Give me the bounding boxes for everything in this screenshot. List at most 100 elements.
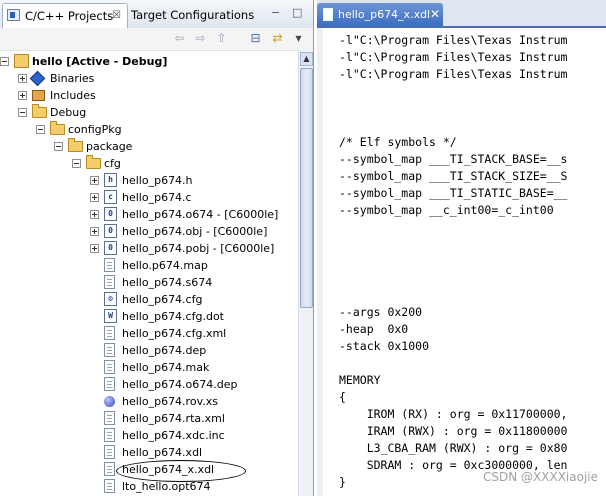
tree-item[interactable]: 0 hello_p674.pobj - [C6000le]: [0, 240, 298, 257]
editor-text-area[interactable]: -l"C:\Program Files\Texas Instrum -l"C:\P…: [339, 28, 606, 496]
code-line: --args 0x200: [339, 305, 423, 319]
expand-icon[interactable]: [90, 176, 99, 185]
tree-item[interactable]: hello.p674.map: [0, 257, 298, 274]
c-file-icon: c: [104, 190, 117, 204]
tree-item-label: configPkg: [68, 123, 122, 136]
up-icon[interactable]: ⇧: [214, 31, 229, 45]
expand-icon[interactable]: [90, 244, 99, 253]
collapse-icon[interactable]: [18, 108, 27, 117]
code-line: -heap 0x0: [339, 322, 409, 336]
tree-item-label: hello_p674.s674: [122, 276, 213, 289]
tab-cpp-projects[interactable]: C/C++ Projects ☒: [2, 3, 128, 29]
link-with-editor-icon[interactable]: ⇄: [270, 31, 285, 45]
tab-target-configurations[interactable]: Target Configurations: [131, 4, 254, 26]
file-icon: [104, 258, 115, 272]
tree-item-label: hello.p674.map: [122, 259, 208, 272]
tree-item[interactable]: Whello_p674.cfg.dot: [0, 308, 298, 325]
tree-item[interactable]: Debug: [0, 104, 298, 121]
back-icon[interactable]: ⇦: [172, 31, 187, 45]
editor-panel: hello_p674_x.xdl ✕ -l"C:\Program Files\T…: [317, 0, 606, 496]
tree-item[interactable]: hello_p674.xdc.inc: [0, 427, 298, 444]
tree-item-label: hello_p674.rov.xs: [122, 395, 218, 408]
close-icon[interactable]: ☒: [112, 5, 121, 27]
tree-item[interactable]: hello_p674.mak: [0, 359, 298, 376]
collapse-icon[interactable]: [0, 57, 9, 66]
scroll-up-icon[interactable]: ▲: [300, 52, 313, 66]
tree-item[interactable]: hello_p674.xdl: [0, 444, 298, 461]
file-icon: [104, 343, 115, 357]
tree-item-label: Debug: [50, 106, 87, 119]
binaries-icon: [29, 70, 46, 87]
file-icon: [104, 377, 115, 391]
tree-item[interactable]: package: [0, 138, 298, 155]
tree-item-label: hello [Active - Debug]: [32, 55, 168, 68]
code-line: /* Elf symbols */: [339, 135, 457, 149]
folder-icon: [32, 104, 47, 118]
tree-item[interactable]: hello_p674.cfg.xml: [0, 325, 298, 342]
code-line: -l"C:\Program Files\Texas Instrum: [339, 50, 568, 64]
tree-item-label: cfg: [104, 157, 121, 170]
folder-icon: [86, 155, 101, 169]
cpp-projects-icon: [7, 9, 20, 21]
expand-icon[interactable]: [18, 74, 27, 83]
file-icon: [104, 479, 115, 493]
tree-item-label: hello_p674.c: [122, 191, 192, 204]
expand-icon[interactable]: [90, 227, 99, 236]
tree-item-label: hello_p674.xdc.inc: [122, 429, 225, 442]
code-line: L3_CBA_RAM (RWX) : org = 0x80: [339, 441, 568, 455]
tree-item-label: hello_p674.pobj - [C6000le]: [122, 242, 275, 255]
maximize-button[interactable]: □: [292, 6, 302, 19]
expand-icon[interactable]: [18, 91, 27, 100]
collapse-icon[interactable]: [72, 159, 81, 168]
tree-item[interactable]: Binaries: [0, 70, 298, 87]
forward-icon[interactable]: ⇨: [193, 31, 208, 45]
code-line: -stack 0x1000: [339, 339, 430, 353]
object-file-icon: 0: [104, 207, 117, 221]
watermark: CSDN @XXXXiaojie: [483, 470, 598, 484]
tree-item[interactable]: h hello_p674.h: [0, 172, 298, 189]
tab-label: C/C++ Projects: [25, 9, 114, 23]
tree-item[interactable]: hello_p674.s674: [0, 274, 298, 291]
tree-item[interactable]: hello_p674.dep: [0, 342, 298, 359]
close-icon[interactable]: ✕: [430, 3, 440, 26]
tree-item-label: hello_p674.cfg.dot: [122, 310, 224, 323]
project-tree: hello [Active - Debug] Binaries Includes De…: [0, 50, 298, 496]
tree-item[interactable]: hello [Active - Debug]: [0, 53, 298, 70]
tree-scrollbar[interactable]: ▲: [298, 50, 313, 496]
collapse-icon[interactable]: [36, 125, 45, 134]
tree-item[interactable]: 0 hello_p674.o674 - [C6000le]: [0, 206, 298, 223]
tree-item[interactable]: c hello_p674.c: [0, 189, 298, 206]
file-icon: [104, 462, 115, 476]
tree-item-label: hello_p674.o674.dep: [122, 378, 238, 391]
view-menu-icon[interactable]: ▾: [291, 31, 306, 45]
tree-item[interactable]: Includes: [0, 87, 298, 104]
object-file-icon: 0: [104, 224, 117, 238]
minimize-button[interactable]: −: [271, 6, 280, 19]
panel-tab-bar: C/C++ Projects ☒ Target Configurations −…: [0, 0, 313, 29]
editor-tab[interactable]: hello_p674_x.xdl ✕: [317, 3, 443, 26]
tree-item-label: hello_p674.obj - [C6000le]: [122, 225, 268, 238]
panel-toolbar: ⇦ ⇨ ⇧ ⊟ ⇄ ▾: [0, 28, 313, 51]
tree-item-label: hello_p674.xdl: [122, 446, 203, 459]
folder-icon: [68, 138, 83, 152]
collapse-icon[interactable]: [54, 142, 63, 151]
code-line: MEMORY: [339, 373, 381, 387]
tree-item[interactable]: cfg: [0, 155, 298, 172]
tree-item[interactable]: configPkg: [0, 121, 298, 138]
tree-item[interactable]: ⚙ hello_p674.cfg: [0, 291, 298, 308]
tree-item[interactable]: hello_p674.rta.xml: [0, 410, 298, 427]
file-icon: [104, 326, 115, 340]
project-icon: [14, 54, 29, 68]
scrollbar-thumb[interactable]: [300, 68, 313, 308]
cfg-file-icon: ⚙: [104, 292, 117, 306]
tree-item[interactable]: hello_p674.rov.xs: [0, 393, 298, 410]
tree-item-label: package: [86, 140, 133, 153]
tree-item[interactable]: hello_p674.o674.dep: [0, 376, 298, 393]
tree-item-label: hello_p674.cfg.xml: [122, 327, 227, 340]
expand-icon[interactable]: [90, 210, 99, 219]
expand-icon[interactable]: [90, 193, 99, 202]
code-line: }: [339, 475, 346, 489]
header-file-icon: h: [104, 173, 117, 187]
tree-item[interactable]: 0 hello_p674.obj - [C6000le]: [0, 223, 298, 240]
collapse-all-icon[interactable]: ⊟: [248, 31, 263, 45]
